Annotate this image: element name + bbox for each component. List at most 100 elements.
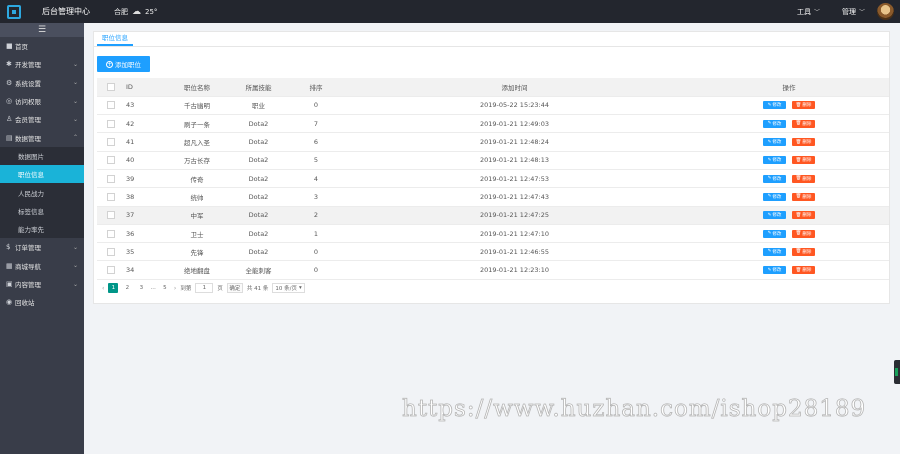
delete-button[interactable]: 🗑 删除 xyxy=(792,229,815,238)
row-checkbox[interactable] xyxy=(106,156,115,165)
edit-label: 修改 xyxy=(772,176,782,182)
edit-button[interactable]: ✎ 修改 xyxy=(763,156,786,165)
edit-button[interactable]: ✎ 修改 xyxy=(763,138,786,147)
delete-label: 删除 xyxy=(802,268,812,274)
delete-label: 删除 xyxy=(802,231,812,237)
cell-name: 传奇 xyxy=(169,169,225,189)
edit-label: 修改 xyxy=(772,249,782,255)
row-checkbox-cell xyxy=(97,260,124,280)
sidebar-item-items4[interactable]: ♙ 会员管理 ⌄ xyxy=(0,110,84,128)
sidebar-item-items2[interactable]: ⚙ 系统设置 ⌄ xyxy=(0,74,84,92)
goto-page-input[interactable]: 1 xyxy=(195,283,214,293)
edit-button[interactable]: ✎ 修改 xyxy=(763,174,786,183)
top-bar: 后台管理中心 合肥 ☁ 25° 工具 ﹀ 管理 ﹀ xyxy=(0,0,900,23)
sidebar-item-items21[interactable]: ▦ 商城导航 ⌄ xyxy=(0,257,84,275)
row-checkbox[interactable] xyxy=(106,174,115,183)
sidebar-subitem[interactable]: 职位信息 xyxy=(0,165,84,184)
sidebar-item-items1[interactable]: ✱ 开发管理 ⌄ xyxy=(0,55,84,73)
page-size-select[interactable]: 10 条/页 ▾ xyxy=(272,283,305,293)
row-checkbox[interactable] xyxy=(106,101,115,110)
sidebar-item-items23[interactable]: ◉ 回收站 xyxy=(0,293,84,311)
edit-button[interactable]: ✎ 修改 xyxy=(763,211,786,220)
sidebar-item-icon: ▤ xyxy=(6,133,13,142)
weather-widget: 合肥 ☁ 25° xyxy=(114,7,157,17)
row-checkbox-cell xyxy=(97,114,124,134)
sidebar-item-items20[interactable]: $ 订单管理 ⌄ xyxy=(0,238,84,256)
add-position-button[interactable]: + 添加职位 xyxy=(97,56,150,72)
trash-icon: 🗑 xyxy=(795,102,802,108)
cell-skill: Dota2 xyxy=(225,224,292,244)
sidebar-subitem[interactable]: 能力率先 xyxy=(0,219,84,239)
sidebar-toggle[interactable]: ☰ xyxy=(0,23,84,37)
goto-confirm-button[interactable]: 确定 xyxy=(226,283,243,293)
cell-sort: 4 xyxy=(292,169,340,189)
cell-name: 卫士 xyxy=(169,224,225,244)
delete-label: 删除 xyxy=(802,213,812,219)
sidebar-item-items5[interactable]: ▤ 数据管理 ⌃ xyxy=(0,128,84,146)
sidebar-subitem[interactable]: 标签信息 xyxy=(0,201,84,220)
sidebar-item-items0[interactable]: ■ 首页 xyxy=(0,37,84,55)
sidebar-item-items3[interactable]: ◎ 访问权限 ⌄ xyxy=(0,92,84,110)
prev-page-button[interactable]: ‹ xyxy=(102,285,104,292)
column-header-time[interactable]: 添加时间 xyxy=(340,78,689,97)
row-checkbox[interactable] xyxy=(106,247,115,256)
sidebar-subitem[interactable]: 数据图片 xyxy=(0,146,84,166)
select-all-checkbox[interactable] xyxy=(106,82,115,91)
delete-button[interactable]: 🗑 删除 xyxy=(792,266,815,275)
next-page-button[interactable]: › xyxy=(174,285,176,292)
cell-time: 2019-01-21 12:49:03 xyxy=(340,114,689,134)
sidebar-subitem[interactable]: 人民战力 xyxy=(0,183,84,202)
logo[interactable] xyxy=(0,0,28,23)
avatar[interactable] xyxy=(877,3,894,20)
delete-button[interactable]: 🗑 删除 xyxy=(792,119,815,128)
sidebar-item-icon: ■ xyxy=(6,42,13,51)
page-last-button[interactable]: 5 xyxy=(160,283,170,293)
edit-button[interactable]: ✎ 修改 xyxy=(763,101,786,110)
delete-label: 删除 xyxy=(802,158,812,164)
delete-button[interactable]: 🗑 删除 xyxy=(792,174,815,183)
watermark: https://www.huzhan.com/ishop28189 xyxy=(402,396,867,423)
cell-skill: Dota2 xyxy=(225,114,292,134)
row-checkbox[interactable] xyxy=(106,211,115,220)
temperature-label: 25° xyxy=(145,7,158,16)
row-checkbox[interactable] xyxy=(106,192,115,201)
row-checkbox[interactable] xyxy=(106,229,115,238)
column-header-name[interactable]: 职位名称 xyxy=(169,78,225,97)
pencil-icon: ✎ xyxy=(767,194,772,200)
sidebar-item-label: 访问权限 xyxy=(15,98,41,107)
edit-button[interactable]: ✎ 修改 xyxy=(763,192,786,201)
edit-button[interactable]: ✎ 修改 xyxy=(763,266,786,275)
row-checkbox[interactable] xyxy=(106,119,115,128)
column-header-sort[interactable]: 排序 xyxy=(292,78,340,97)
sidebar-item-items22[interactable]: ▣ 内容管理 ⌄ xyxy=(0,275,84,293)
side-tool-handle[interactable] xyxy=(894,360,900,384)
page-2-button[interactable]: 2 xyxy=(122,283,132,293)
edit-button[interactable]: ✎ 修改 xyxy=(763,247,786,256)
delete-button[interactable]: 🗑 删除 xyxy=(792,192,815,201)
tab-position-info[interactable]: 职位信息 xyxy=(97,32,133,46)
page-1-button[interactable]: 1 xyxy=(108,283,119,293)
edit-button[interactable]: ✎ 修改 xyxy=(763,119,786,128)
row-checkbox-cell xyxy=(97,187,124,207)
tools-menu[interactable]: 工具 ﹀ xyxy=(797,7,820,17)
cell-name: 中军 xyxy=(169,206,225,225)
admin-menu[interactable]: 管理 ﹀ xyxy=(842,7,865,17)
sidebar-item-icon: $ xyxy=(6,243,11,252)
column-header-skill[interactable]: 所属技能 xyxy=(225,78,292,97)
column-header-id[interactable]: ID xyxy=(124,78,169,97)
chevron-icon: ⌄ xyxy=(72,280,78,288)
page-3-button[interactable]: 3 xyxy=(136,283,146,293)
cell-time: 2019-01-21 12:48:13 xyxy=(340,151,689,170)
delete-button[interactable]: 🗑 删除 xyxy=(792,138,815,147)
row-checkbox[interactable] xyxy=(106,266,115,275)
row-checkbox[interactable] xyxy=(106,138,115,147)
cell-id: 34 xyxy=(124,260,169,280)
cell-actions: ✎ 修改 🗑 删除 xyxy=(689,151,889,170)
delete-button[interactable]: 🗑 删除 xyxy=(792,211,815,220)
delete-button[interactable]: 🗑 删除 xyxy=(792,101,815,110)
cell-time: 2019-01-21 12:23:10 xyxy=(340,260,689,280)
delete-button[interactable]: 🗑 删除 xyxy=(792,247,815,256)
delete-button[interactable]: 🗑 删除 xyxy=(792,156,815,165)
edit-button[interactable]: ✎ 修改 xyxy=(763,229,786,238)
trash-icon: 🗑 xyxy=(795,121,802,127)
